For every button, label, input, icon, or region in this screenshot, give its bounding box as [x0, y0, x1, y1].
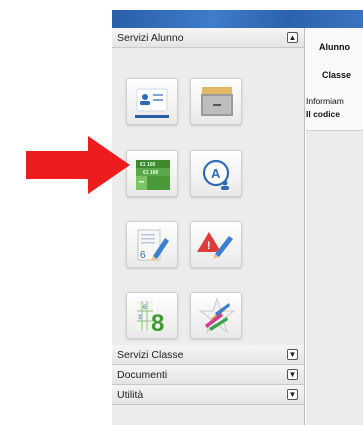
warning-mark: !	[207, 240, 211, 252]
tile-archive[interactable]	[190, 78, 242, 125]
section-utilita[interactable]: Utilità ▼	[112, 385, 304, 405]
collapse-icon[interactable]: ▲	[287, 32, 298, 43]
expand-icon[interactable]: ▼	[287, 349, 298, 360]
grades-notebook-pencil-icon: 6	[137, 229, 169, 261]
notes-warning-pencil-icon: !	[197, 232, 233, 259]
sidebar: Servizi Alunno ▲ €1 100 €1 100 A 6 ! 6 3…	[112, 28, 305, 425]
expand-icon[interactable]: ▼	[287, 369, 298, 380]
section-servizi-alunno[interactable]: Servizi Alunno ▲	[112, 28, 304, 48]
section-label: Utilità	[117, 389, 144, 401]
expand-icon[interactable]: ▼	[287, 389, 298, 400]
info-text: Informiam	[306, 96, 344, 106]
grid-row-1: €1 100	[140, 162, 156, 168]
section-servizi-classe[interactable]: Servizi Classe ▼	[112, 345, 304, 365]
grade-digit: 6	[140, 250, 146, 261]
code-text: Il codice	[306, 109, 341, 119]
tile-curriculum[interactable]	[190, 292, 242, 339]
tile-note-disciplinari[interactable]: !	[190, 221, 242, 268]
section-label: Servizi Classe	[117, 349, 184, 361]
section-label: Servizi Alunno	[117, 32, 184, 44]
red-arrow-icon	[26, 136, 130, 194]
servizi-alunno-tiles: €1 100 €1 100 A 6 ! 6 3 8	[112, 48, 304, 345]
colored-star-icon	[198, 297, 236, 334]
section-label: Documenti	[117, 369, 168, 381]
tile-voti[interactable]: 6	[126, 221, 178, 268]
drawer-archive-icon	[201, 87, 233, 116]
absence-user-icon: A	[202, 159, 230, 190]
tile-student-data[interactable]	[126, 78, 178, 125]
student-info-panel: Alunno Classe Informiam Il codice	[306, 28, 363, 131]
app-header-bar	[112, 10, 363, 28]
big-digit: 8	[151, 310, 164, 337]
score-grid-icon: 6 3 8	[137, 301, 164, 337]
tile-assenze[interactable]: A	[190, 150, 242, 197]
main-content: Alunno Classe Informiam Il codice	[306, 28, 363, 425]
student-label: Alunno	[319, 42, 350, 52]
absence-letter: A	[211, 166, 221, 181]
tile-scrutini[interactable]: 6 3 8	[126, 292, 178, 339]
grid-row-2: €1 100	[143, 170, 159, 176]
student-card-icon	[135, 88, 169, 118]
class-label: Classe	[322, 70, 352, 80]
section-documenti[interactable]: Documenti ▼	[112, 365, 304, 385]
